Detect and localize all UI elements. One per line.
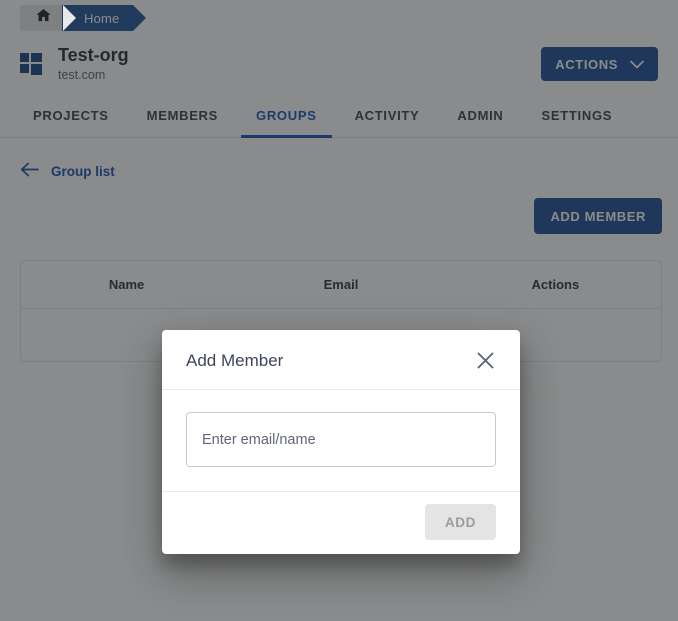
dialog-title: Add Member: [186, 350, 284, 370]
dialog-add-button[interactable]: ADD: [424, 504, 496, 540]
dialog-footer: ADD: [162, 492, 520, 554]
email-or-name-input[interactable]: [186, 412, 496, 467]
dialog-header: Add Member: [162, 330, 520, 390]
add-member-dialog: Add Member ADD: [162, 330, 520, 554]
close-icon[interactable]: [473, 348, 498, 373]
dialog-body: [162, 390, 520, 492]
